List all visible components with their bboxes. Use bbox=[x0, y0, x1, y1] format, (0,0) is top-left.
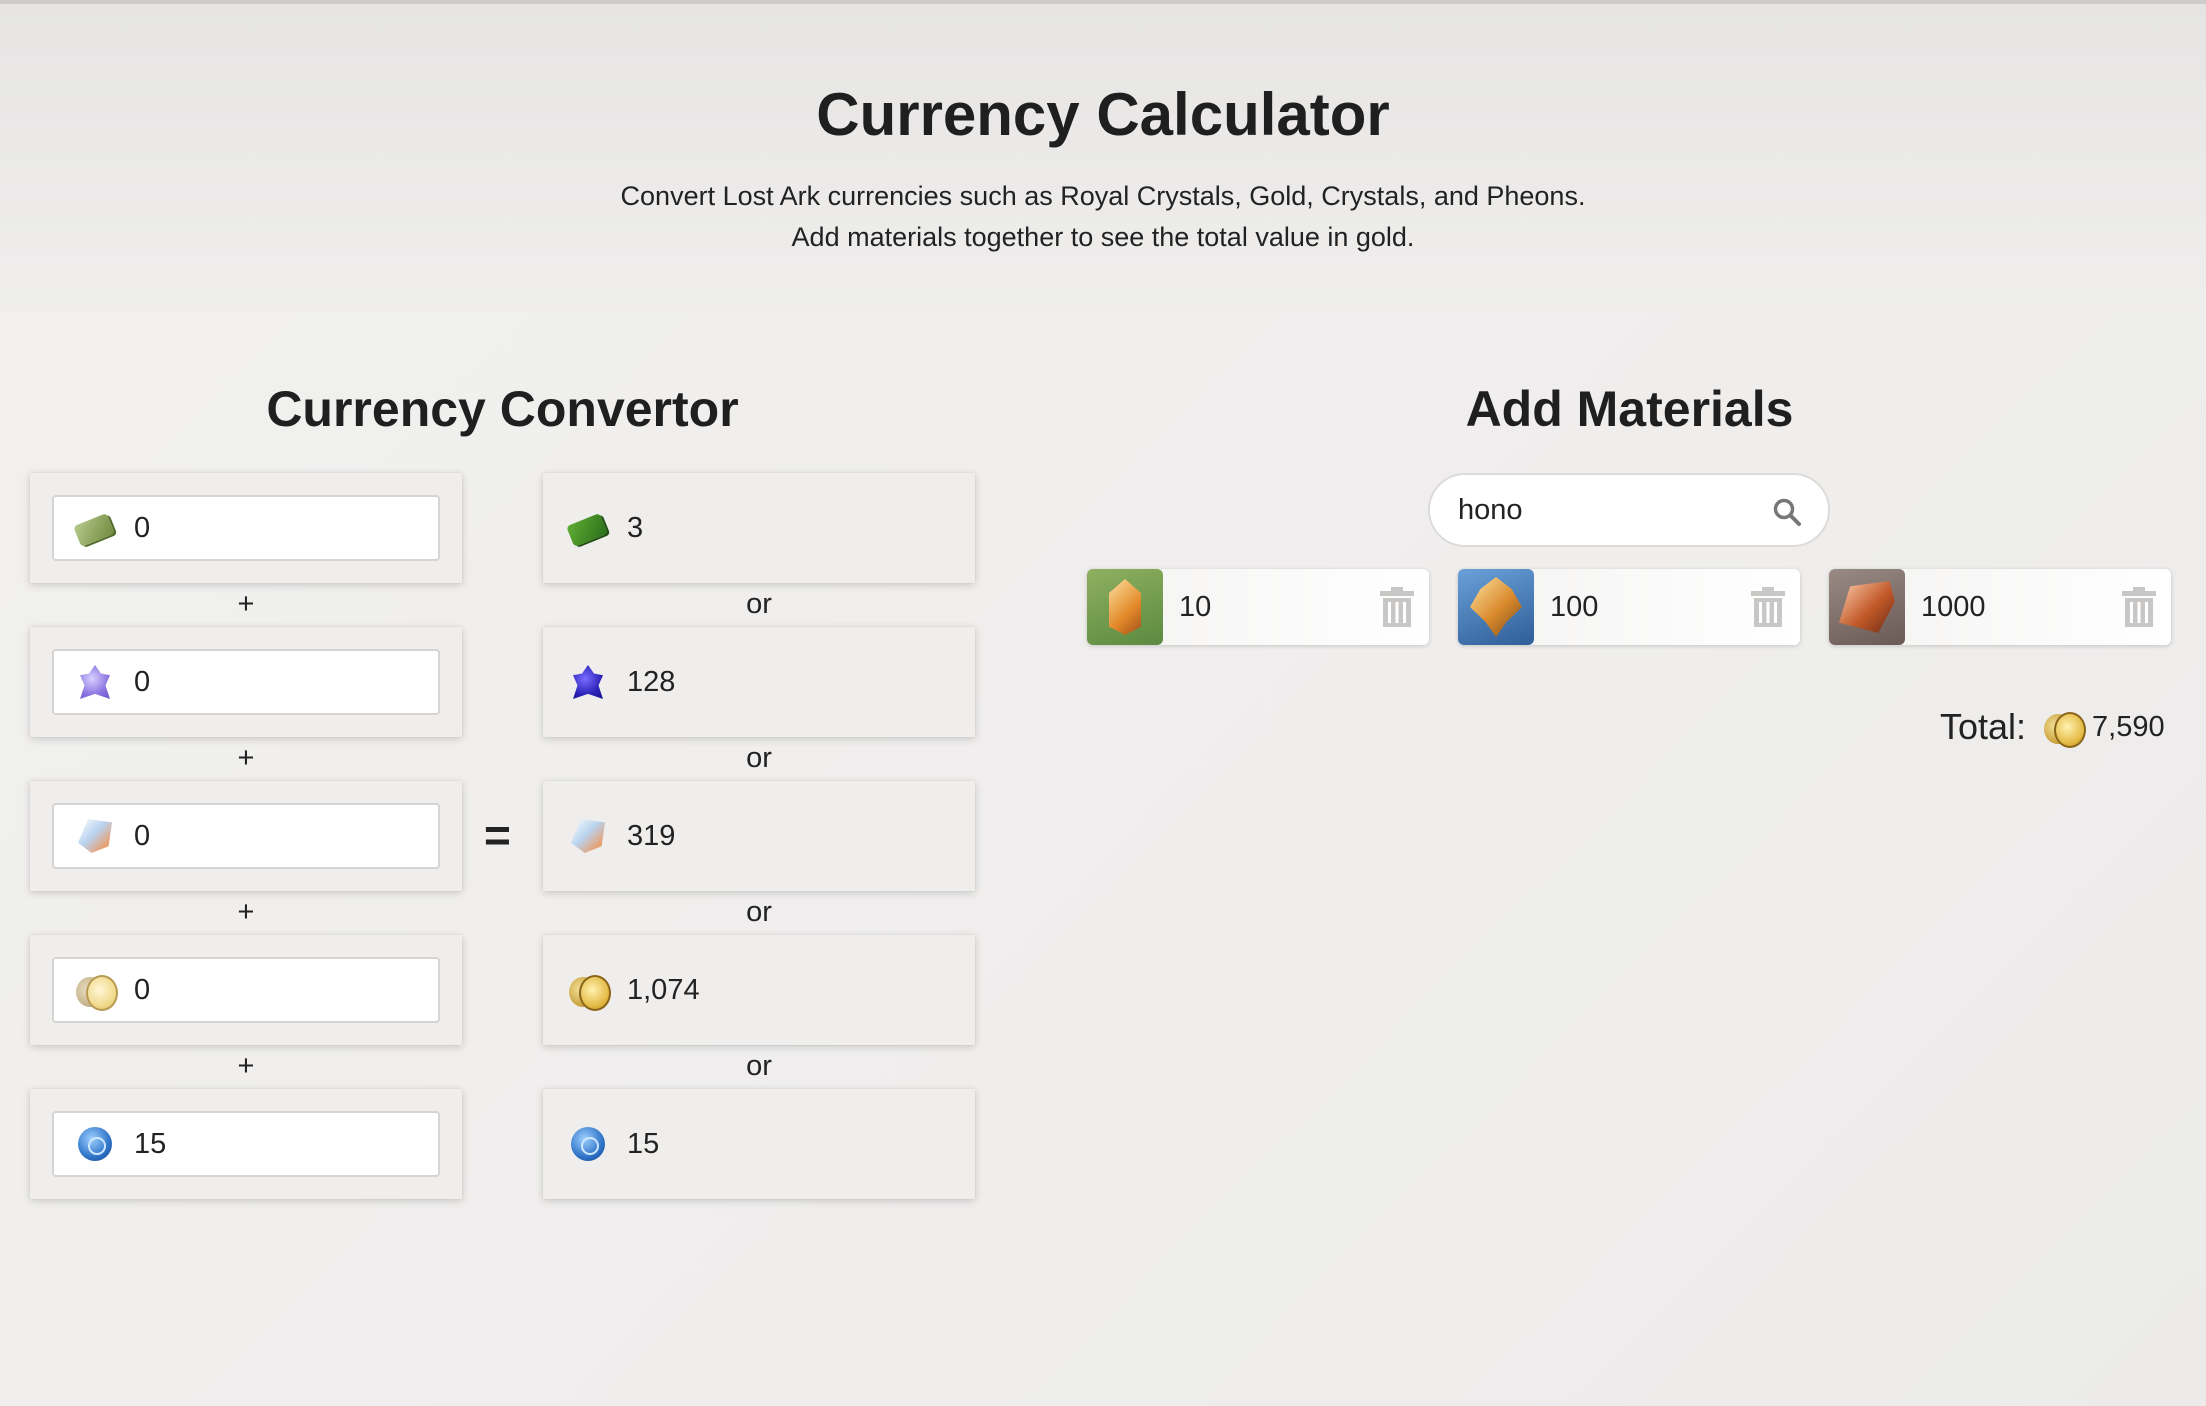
gold-icon bbox=[72, 967, 118, 1013]
converter-output-card: 3 bbox=[543, 473, 975, 583]
crystal-output: 319 bbox=[565, 803, 675, 869]
crystal-input[interactable]: 0 bbox=[52, 803, 440, 869]
gold-output-value: 1,074 bbox=[627, 973, 700, 1006]
converter-output-card: 1,074 bbox=[543, 935, 975, 1045]
gold-input[interactable]: 0 bbox=[52, 957, 440, 1023]
page-subtitle: Convert Lost Ark currencies such as Roya… bbox=[0, 176, 2206, 258]
material-item[interactable]: 100 bbox=[1458, 569, 1800, 645]
pheon-input[interactable]: 15 bbox=[52, 1111, 440, 1177]
great-honor-leapstone-icon bbox=[1458, 569, 1534, 645]
or-label: or bbox=[746, 896, 772, 928]
plus-sign: + bbox=[237, 742, 255, 774]
banknote-input-value[interactable]: 0 bbox=[134, 512, 150, 545]
crystal-icon bbox=[565, 813, 611, 859]
royal-crystal-output-value: 128 bbox=[627, 665, 676, 698]
banknote-icon bbox=[72, 505, 118, 551]
banknote-icon bbox=[565, 505, 611, 551]
gold-input-value[interactable]: 0 bbox=[134, 974, 150, 1007]
royal-crystal-output: 128 bbox=[565, 649, 675, 715]
royal-crystal-input[interactable]: 0 bbox=[52, 649, 440, 715]
banknote-output-value: 3 bbox=[627, 511, 644, 544]
subtitle-line-1: Convert Lost Ark currencies such as Roya… bbox=[620, 181, 1586, 211]
honor-leapstone-icon bbox=[1087, 569, 1163, 645]
crystal-input-value[interactable]: 0 bbox=[134, 820, 150, 853]
material-quantity[interactable]: 1000 bbox=[1921, 591, 1986, 624]
materials-title: Add Materials bbox=[1465, 381, 1794, 437]
converter-output-card: 319 bbox=[543, 781, 975, 891]
plus-sign: + bbox=[237, 588, 255, 620]
or-label: or bbox=[746, 588, 772, 620]
converter-output-card: 128 bbox=[543, 627, 975, 737]
honor-shard-icon bbox=[1829, 569, 1905, 645]
page-title: Currency Calculator bbox=[816, 81, 1390, 148]
plus-sign: + bbox=[237, 896, 255, 928]
material-item[interactable]: 1000 bbox=[1829, 569, 2171, 645]
trash-icon[interactable] bbox=[2121, 587, 2157, 627]
pheon-input-value[interactable]: 15 bbox=[134, 1128, 166, 1161]
converter-input-card: 15 bbox=[30, 1089, 462, 1199]
gold-output: 1,074 bbox=[565, 957, 700, 1023]
subtitle-line-2: Add materials together to see the total … bbox=[791, 222, 1415, 252]
material-search-input[interactable] bbox=[1458, 493, 1758, 527]
banknote-input[interactable]: 0 bbox=[52, 495, 440, 561]
converter-input-card: 0 bbox=[30, 781, 462, 891]
total-value: 7,590 bbox=[2092, 710, 2165, 743]
converter-input-card: 0 bbox=[30, 473, 462, 583]
crystal-output-value: 319 bbox=[627, 819, 676, 852]
converter-input-card: 0 bbox=[30, 627, 462, 737]
royal-crystal-icon bbox=[72, 659, 118, 705]
material-search[interactable] bbox=[1428, 473, 1830, 547]
pheon-output: 15 bbox=[565, 1111, 659, 1177]
or-label: or bbox=[746, 1050, 772, 1082]
page-header: Currency Calculator Convert Lost Ark cur… bbox=[0, 4, 2206, 311]
pheon-output-value: 15 bbox=[627, 1127, 660, 1160]
materials-total: Total: 7,590 bbox=[1940, 700, 2165, 754]
material-item[interactable]: 10 bbox=[1087, 569, 1429, 645]
gold-icon bbox=[565, 967, 611, 1013]
search-icon[interactable] bbox=[1772, 497, 1802, 527]
trash-icon[interactable] bbox=[1379, 587, 1415, 627]
banknote-output: 3 bbox=[565, 495, 643, 561]
total-label: Total: bbox=[1940, 706, 2027, 747]
pheon-icon bbox=[72, 1121, 118, 1167]
royal-crystal-input-value[interactable]: 0 bbox=[134, 666, 150, 699]
material-quantity[interactable]: 100 bbox=[1550, 591, 1598, 624]
royal-crystal-icon bbox=[565, 659, 611, 705]
crystal-icon bbox=[72, 813, 118, 859]
converter-title: Currency Convertor bbox=[266, 381, 739, 437]
equals-sign: = bbox=[484, 809, 511, 861]
pheon-icon bbox=[565, 1121, 611, 1167]
gold-icon bbox=[2040, 704, 2087, 750]
trash-icon[interactable] bbox=[1750, 587, 1786, 627]
plus-sign: + bbox=[237, 1050, 255, 1082]
converter-output-card: 15 bbox=[543, 1089, 975, 1199]
converter-input-card: 0 bbox=[30, 935, 462, 1045]
or-label: or bbox=[746, 742, 772, 774]
material-quantity[interactable]: 10 bbox=[1179, 591, 1211, 624]
